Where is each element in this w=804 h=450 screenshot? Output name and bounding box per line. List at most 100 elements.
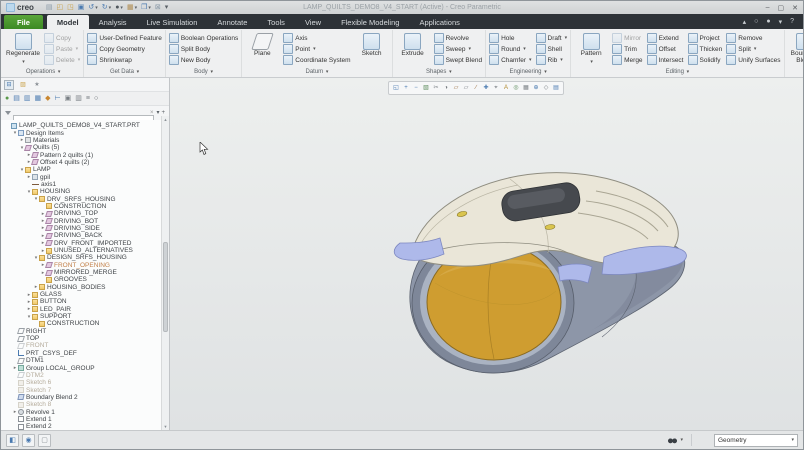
view-manager-icon[interactable]: ▤ — [552, 84, 560, 92]
tree-item-prt-csys-def[interactable]: PRT_CSYS_DEF — [3, 350, 161, 357]
refit-icon[interactable]: ◱ — [392, 84, 400, 92]
command-search-icon[interactable]: ○ — [754, 18, 758, 25]
paste-button[interactable]: Paste▾ — [44, 44, 80, 54]
zoom-out-icon[interactable]: − — [412, 84, 420, 92]
tree-item-front-opening[interactable]: ▸FRONT_OPENING — [3, 262, 161, 269]
tree-item-design-items[interactable]: ▾Design Items — [3, 129, 161, 136]
datum-display-icon[interactable]: ▱ — [452, 84, 460, 92]
tree-item-glass[interactable]: ▸GLASS — [3, 291, 161, 298]
mirror-button[interactable]: Mirror — [612, 33, 642, 43]
show-items-icon[interactable]: ● — [5, 93, 9, 104]
hole-button[interactable]: Hole — [489, 33, 531, 43]
find-dropdown-icon[interactable]: ▾ — [680, 437, 683, 443]
display-style-icon[interactable]: ◑ — [442, 84, 450, 92]
draft-button[interactable]: Draft▾ — [536, 33, 568, 43]
tree-item-offset-4-quilts-2[interactable]: ▸Offset 4 quilts (2) — [3, 159, 161, 166]
new-body-button[interactable]: New Body — [169, 55, 238, 65]
project-button[interactable]: Project — [688, 33, 723, 43]
minimize-button[interactable]: – — [766, 4, 770, 12]
tree-item-mirrored-merge[interactable]: ▸MIRRORED_MERGE — [3, 269, 161, 276]
qat-open-session-button[interactable]: ◳ — [67, 3, 74, 13]
tree-item-sketch-6[interactable]: Sketch 6 — [3, 379, 161, 386]
restore-button[interactable]: ▢ — [778, 4, 785, 12]
pattern-button[interactable]: Pattern▾ — [574, 31, 608, 65]
tree-item-pattern-2-quilts-1[interactable]: ▸Pattern 2 quilts (1) — [3, 151, 161, 158]
tab-file[interactable]: File — [4, 15, 43, 29]
chamfer-button[interactable]: Chamfer▾ — [489, 55, 531, 65]
trim-button[interactable]: Trim — [612, 44, 642, 54]
point-button[interactable]: Point▾ — [283, 44, 350, 54]
tree-item-lamp[interactable]: ▾LAMP — [3, 166, 161, 173]
axis-button[interactable]: Axis — [283, 33, 350, 43]
tree-item-housing[interactable]: ▾HOUSING — [3, 188, 161, 195]
close-button[interactable]: ✕ — [792, 4, 798, 12]
tree-search-icon[interactable]: ○ — [94, 93, 98, 104]
scroll-up-icon[interactable]: ▲ — [162, 116, 169, 123]
csys-display-icon[interactable]: ⌖ — [492, 84, 500, 92]
extend-button[interactable]: Extend — [647, 33, 684, 43]
copy-button[interactable]: Copy — [44, 33, 80, 43]
tree-item-top[interactable]: TOP — [3, 335, 161, 342]
tree-filters-icon[interactable]: ▣ — [65, 93, 72, 104]
tree-item-housing-bodies[interactable]: ▸HOUSING_BODIES — [3, 284, 161, 291]
annotation-display-icon[interactable]: A — [502, 84, 510, 92]
tree-settings-icon[interactable]: ≡ — [86, 93, 90, 104]
tree-item-button[interactable]: ▸BUTTON — [3, 298, 161, 305]
graphics-area[interactable]: ◱+−▧✂◑▱▱∕✚⌖A◎▦⊕◇▤ — [170, 78, 803, 430]
copy-geometry-button[interactable]: Copy Geometry — [87, 44, 162, 54]
lamp-3d-model[interactable] — [390, 161, 690, 381]
tree-scrollbar-thumb[interactable] — [163, 242, 168, 332]
presence-status-icon[interactable]: ● — [766, 18, 770, 25]
zoom-in-icon[interactable]: + — [402, 84, 410, 92]
tree-item-construction[interactable]: CONSTRUCTION — [3, 320, 161, 327]
swept-blend-button[interactable]: Swept Blend — [434, 55, 483, 65]
plane-button[interactable]: Plane — [245, 31, 279, 58]
axis-display-icon[interactable]: ∕ — [472, 84, 480, 92]
tab-applications[interactable]: Applications — [409, 15, 469, 29]
tree-item-right[interactable]: RIGHT — [3, 328, 161, 335]
tab-model[interactable]: Model — [47, 15, 89, 29]
group-label-datum[interactable]: Datum ▾ — [245, 68, 388, 77]
tab-flexible-modeling[interactable]: Flexible Modeling — [331, 15, 409, 29]
intersect-button[interactable]: Intersect — [647, 55, 684, 65]
tab-annotate[interactable]: Annotate — [207, 15, 257, 29]
orient-mode-icon[interactable]: ▦ — [522, 84, 530, 92]
tree-item-driving-top[interactable]: ▸DRIVING_TOP — [3, 210, 161, 217]
split-button[interactable]: Split▾ — [726, 44, 780, 54]
filter-dropdown-icon[interactable]: ▾ — [156, 108, 159, 118]
qat-undo-button[interactable]: ↺▾ — [88, 3, 97, 13]
selection-filter-dropdown[interactable]: Geometry ▾ — [714, 434, 798, 447]
round-button[interactable]: Round▾ — [489, 44, 531, 54]
tree-item-extend-1[interactable]: Extend 1 — [3, 416, 161, 423]
tree-item-materials[interactable]: ▸Materials — [3, 137, 161, 144]
tab-view[interactable]: View — [295, 15, 331, 29]
tree-item-grooves[interactable]: GROOVES — [3, 276, 161, 283]
shell-button[interactable]: Shell — [536, 44, 568, 54]
group-label-get-data[interactable]: Get Data ▾ — [87, 68, 162, 77]
filter-clear-icon[interactable]: × — [150, 108, 154, 118]
browser-toggle[interactable]: ◉ — [22, 434, 35, 447]
qat-open-button[interactable]: ◰ — [57, 3, 64, 13]
expand-all-icon[interactable]: ▤ — [13, 93, 20, 104]
select-up-icon[interactable]: ⊢ — [55, 93, 61, 104]
highlight-icon[interactable]: ◆ — [45, 93, 50, 104]
more-commands-icon[interactable]: ▾ — [779, 18, 783, 26]
split-body-button[interactable]: Split Body — [169, 44, 238, 54]
lamp-flange-fin[interactable] — [558, 264, 592, 283]
tree-item-sketch-8[interactable]: Sketch 8 — [3, 401, 161, 408]
rib-button[interactable]: Rib▾ — [536, 55, 568, 65]
shrinkwrap-button[interactable]: Shrinkwrap — [87, 55, 162, 65]
remove-button[interactable]: Remove — [726, 33, 780, 43]
folder-browser-tab[interactable]: ▨ — [18, 80, 28, 90]
group-label-surfaces[interactable]: Surfaces ▾ — [788, 68, 803, 77]
group-label-body[interactable]: Body ▾ — [169, 68, 238, 77]
qat-redo-button[interactable]: ↻▾ — [102, 3, 111, 13]
tree-item-dtm2[interactable]: DTM2 — [3, 372, 161, 379]
tree-item-axis1[interactable]: axis1 — [3, 181, 161, 188]
coordinate-system-button[interactable]: Coordinate System — [283, 55, 350, 65]
favorites-tab[interactable]: ★ — [32, 80, 42, 90]
point-display-icon[interactable]: ✚ — [482, 84, 490, 92]
tree-item-dtm1[interactable]: DTM1 — [3, 357, 161, 364]
tree-item-driving-side[interactable]: ▸DRIVING_SIDE — [3, 225, 161, 232]
qat-regenerate-button[interactable]: ●▾ — [115, 3, 123, 13]
